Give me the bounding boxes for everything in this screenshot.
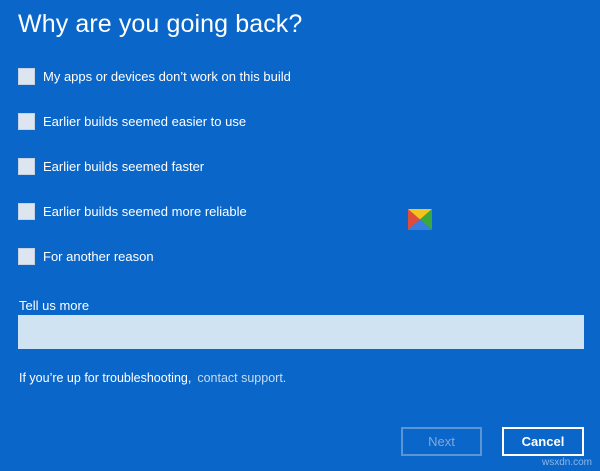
checkbox[interactable] [18,247,35,265]
cancel-button[interactable]: Cancel [502,427,584,456]
troubleshooting-text: If you’re up for troubleshooting, contact… [19,371,286,385]
option-label: My apps or devices don’t work on this bu… [43,68,291,84]
troubleshooting-prompt: If you’re up for troubleshooting, [19,371,192,385]
option-label: Earlier builds seemed easier to use [43,113,247,129]
option-label: Earlier builds seemed faster [43,158,205,174]
page-title: Why are you going back? [18,10,303,38]
contact-support-link[interactable]: contact support. [197,371,286,385]
option-easier-to-use[interactable]: Earlier builds seemed easier to use [18,111,246,131]
checkbox[interactable] [18,157,35,175]
checkbox[interactable] [18,112,35,130]
option-more-reliable[interactable]: Earlier builds seemed more reliable [18,201,247,221]
option-label: For another reason [43,248,154,264]
option-apps-dont-work[interactable]: My apps or devices don’t work on this bu… [18,66,291,86]
tell-us-more-input[interactable] [18,315,584,349]
checkbox[interactable] [18,67,35,85]
tell-us-more-label: Tell us more [19,298,90,313]
watermark: wsxdn.com [541,457,592,468]
next-button[interactable]: Next [401,427,482,456]
option-label: Earlier builds seemed more reliable [43,203,247,219]
windows-insider-logo-icon [408,209,432,230]
option-faster[interactable]: Earlier builds seemed faster [18,156,204,176]
option-another-reason[interactable]: For another reason [18,246,154,266]
checkbox[interactable] [18,202,35,220]
